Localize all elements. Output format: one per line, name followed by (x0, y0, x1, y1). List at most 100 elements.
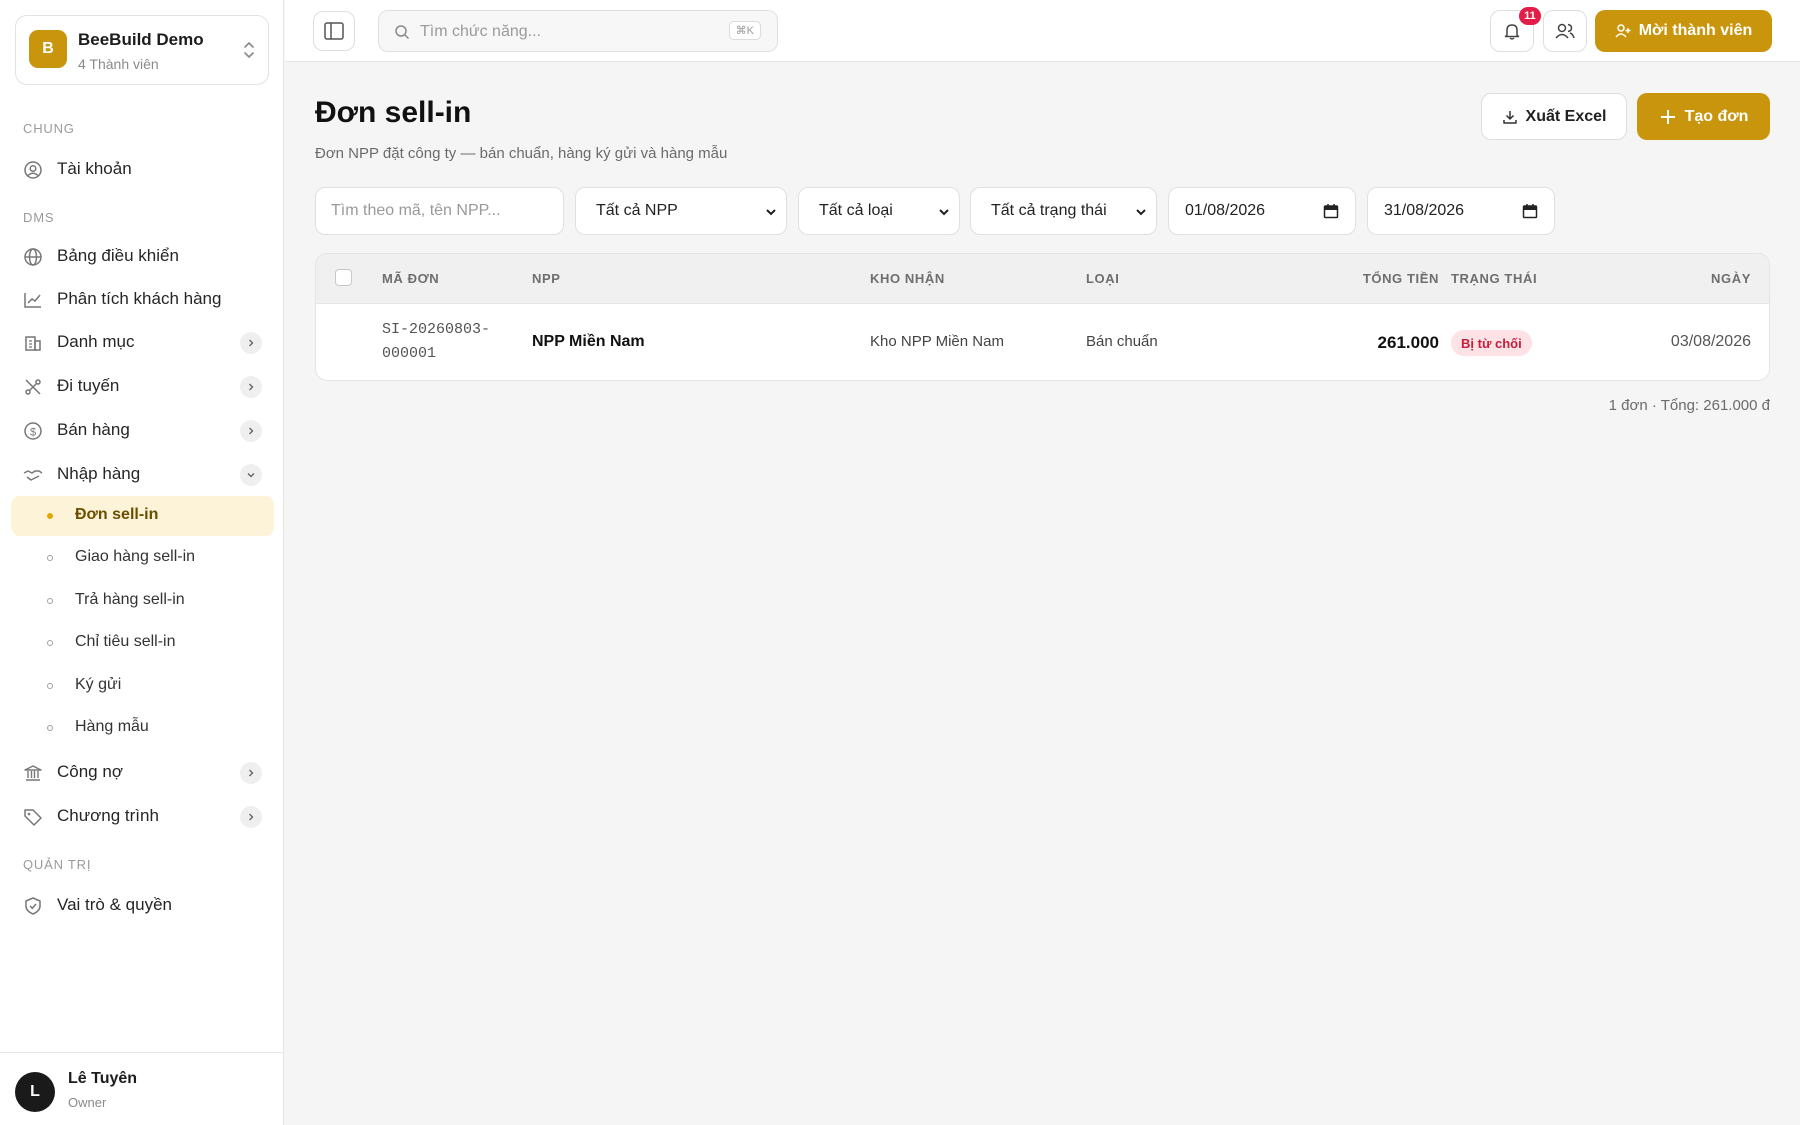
avatar: L (15, 1072, 55, 1112)
sidebar-item-label: Công nợ (57, 762, 123, 781)
sidebar-item-routes[interactable]: Đi tuyến (12, 367, 274, 405)
select-all-checkbox[interactable] (335, 269, 352, 286)
create-order-button[interactable]: Tạo đơn (1637, 93, 1770, 140)
type-filter-select[interactable]: Tất cả loại (798, 187, 960, 235)
notifications-button[interactable]: 11 (1490, 7, 1541, 52)
function-search[interactable]: ⌘K (378, 10, 778, 52)
bullet-dot (47, 513, 53, 519)
sidebar-item-programs[interactable]: Chương trình (12, 797, 274, 835)
order-npp: NPP Miền Nam (532, 333, 645, 350)
orders-table: MÃ ĐƠN NPP KHO NHẬN LOẠI TỔNG TIỀN TRẠNG… (315, 253, 1770, 381)
sidebar-subitem-samples[interactable]: Hàng mẫu (11, 708, 274, 748)
status-badge: Bị từ chối (1451, 330, 1532, 356)
sidebar-item-debt[interactable]: Công nợ (12, 753, 274, 791)
sidebar-item-catalog[interactable]: Danh mục (12, 323, 274, 361)
user-name: Lê Tuyên (68, 1070, 138, 1087)
sidebar-item-dashboard[interactable]: Bảng điều khiển (12, 237, 274, 275)
sidebar-item-sales[interactable]: $ Bán hàng (12, 411, 274, 449)
column-header-type[interactable]: LOẠI (1086, 271, 1119, 286)
user-role: Owner (68, 1095, 107, 1110)
order-code-part: 000001 (382, 345, 437, 362)
table-summary: 1 đơn · Tổng: 261.000 đ (1608, 397, 1770, 414)
chevron-right-icon[interactable] (240, 332, 262, 354)
npp-filter-select[interactable]: Tất cả NPP (575, 187, 787, 235)
order-warehouse: Kho NPP Miền Nam (870, 333, 1004, 350)
order-type: Bán chuẩn (1086, 333, 1158, 350)
section-label-admin: QUẢN TRỊ (23, 857, 92, 872)
team-button[interactable] (1543, 10, 1587, 52)
sidebar-subitem-sell-in-returns[interactable]: Trả hàng sell-in (11, 581, 274, 621)
date-to-input[interactable]: 31/08/2026 (1367, 187, 1555, 235)
search-icon (395, 25, 410, 40)
building-icon (25, 336, 41, 351)
svg-text:$: $ (30, 427, 36, 439)
order-search-input[interactable] (315, 187, 564, 235)
sidebar-item-purchasing[interactable]: Nhập hàng (12, 455, 274, 493)
column-header-code[interactable]: MÃ ĐƠN (382, 271, 439, 286)
sidebar-item-customer-analytics[interactable]: Phân tích khách hàng (12, 280, 274, 318)
globe-icon (24, 248, 42, 266)
chevron-right-icon[interactable] (240, 376, 262, 398)
sidebar-subitem-label: Hàng mẫu (75, 718, 149, 735)
section-label-general: CHUNG (23, 121, 75, 136)
npp-filter-value: Tất cả NPP (596, 202, 678, 219)
bullet-dot (47, 555, 53, 561)
sidebar-item-label: Chương trình (57, 806, 159, 825)
order-date: 03/08/2026 (1670, 333, 1751, 350)
user-plus-icon (1615, 24, 1631, 38)
sidebar-subitem-sell-in-targets[interactable]: Chỉ tiêu sell-in (11, 623, 274, 663)
dollar-icon: $ (24, 422, 42, 440)
org-member-count: 4 Thành viên (78, 56, 159, 72)
page-subtitle: Đơn NPP đặt công ty — bán chuẩn, hàng ký… (315, 145, 728, 162)
chart-line-icon (24, 293, 41, 308)
column-header-date[interactable]: NGÀY (1711, 271, 1751, 286)
org-name: BeeBuild Demo (78, 30, 204, 49)
date-from-input[interactable]: 01/08/2026 (1168, 187, 1356, 235)
order-code-part: SI-20260803- (382, 321, 491, 338)
sidebar: B BeeBuild Demo 4 Thành viên CHUNG Tài k… (0, 0, 284, 1125)
sidebar-subitem-label: Đơn sell-in (75, 506, 159, 523)
sidebar-item-label: Phân tích khách hàng (57, 289, 222, 308)
plus-icon (1660, 109, 1675, 124)
org-switcher[interactable]: B BeeBuild Demo 4 Thành viên (15, 15, 269, 85)
sidebar-subitem-consignment[interactable]: Ký gửi (11, 666, 274, 706)
tag-icon (24, 809, 42, 826)
user-profile[interactable]: L Lê Tuyên Owner (0, 1052, 284, 1125)
column-header-total[interactable]: TỔNG TIỀN (1363, 271, 1439, 286)
invite-member-button[interactable]: Mời thành viên (1595, 10, 1772, 52)
table-header: MÃ ĐƠN NPP KHO NHẬN LOẠI TỔNG TIỀN TRẠNG… (316, 254, 1769, 304)
bullet-dot (47, 598, 53, 604)
bullet-dot (47, 725, 53, 731)
bullet-dot (47, 683, 53, 689)
sidebar-subitem-sell-in-orders[interactable]: Đơn sell-in (11, 496, 274, 536)
order-code[interactable]: SI-20260803- 000001 (382, 318, 490, 366)
export-excel-button[interactable]: Xuất Excel (1481, 93, 1627, 140)
date-to-value: 31/08/2026 (1384, 202, 1465, 219)
page-title: Đơn sell-in (315, 96, 472, 129)
user-circle-icon (24, 161, 42, 179)
sidebar-subitem-label: Ký gửi (75, 676, 122, 693)
sidebar-item-account[interactable]: Tài khoản (12, 150, 274, 188)
status-filter-select[interactable]: Tất cả trạng thái (970, 187, 1157, 235)
chevrons-up-down-icon (244, 42, 254, 58)
status-filter-value: Tất cả trạng thái (991, 202, 1107, 219)
column-header-warehouse[interactable]: KHO NHẬN (870, 271, 945, 286)
sidebar-subitem-sell-in-delivery[interactable]: Giao hàng sell-in (11, 538, 274, 578)
sidebar-item-roles[interactable]: Vai trò & quyền (12, 886, 274, 924)
chevron-right-icon[interactable] (240, 762, 262, 784)
users-icon (1555, 23, 1575, 39)
sidebar-item-label: Đi tuyến (57, 376, 120, 395)
download-icon (1502, 110, 1517, 124)
calendar-icon (1323, 204, 1339, 219)
column-header-status[interactable]: TRẠNG THÁI (1451, 271, 1537, 286)
search-input[interactable] (420, 20, 720, 44)
bank-icon (24, 765, 42, 781)
chevron-right-icon[interactable] (240, 420, 262, 442)
shield-icon (25, 897, 41, 915)
sidebar-toggle-button[interactable] (313, 11, 355, 51)
chevron-right-icon[interactable] (240, 806, 262, 828)
sidebar-item-label: Bảng điều khiển (57, 246, 179, 265)
chevron-down-icon[interactable] (240, 464, 262, 486)
column-header-npp[interactable]: NPP (532, 271, 561, 286)
chevron-down-icon (766, 209, 776, 216)
